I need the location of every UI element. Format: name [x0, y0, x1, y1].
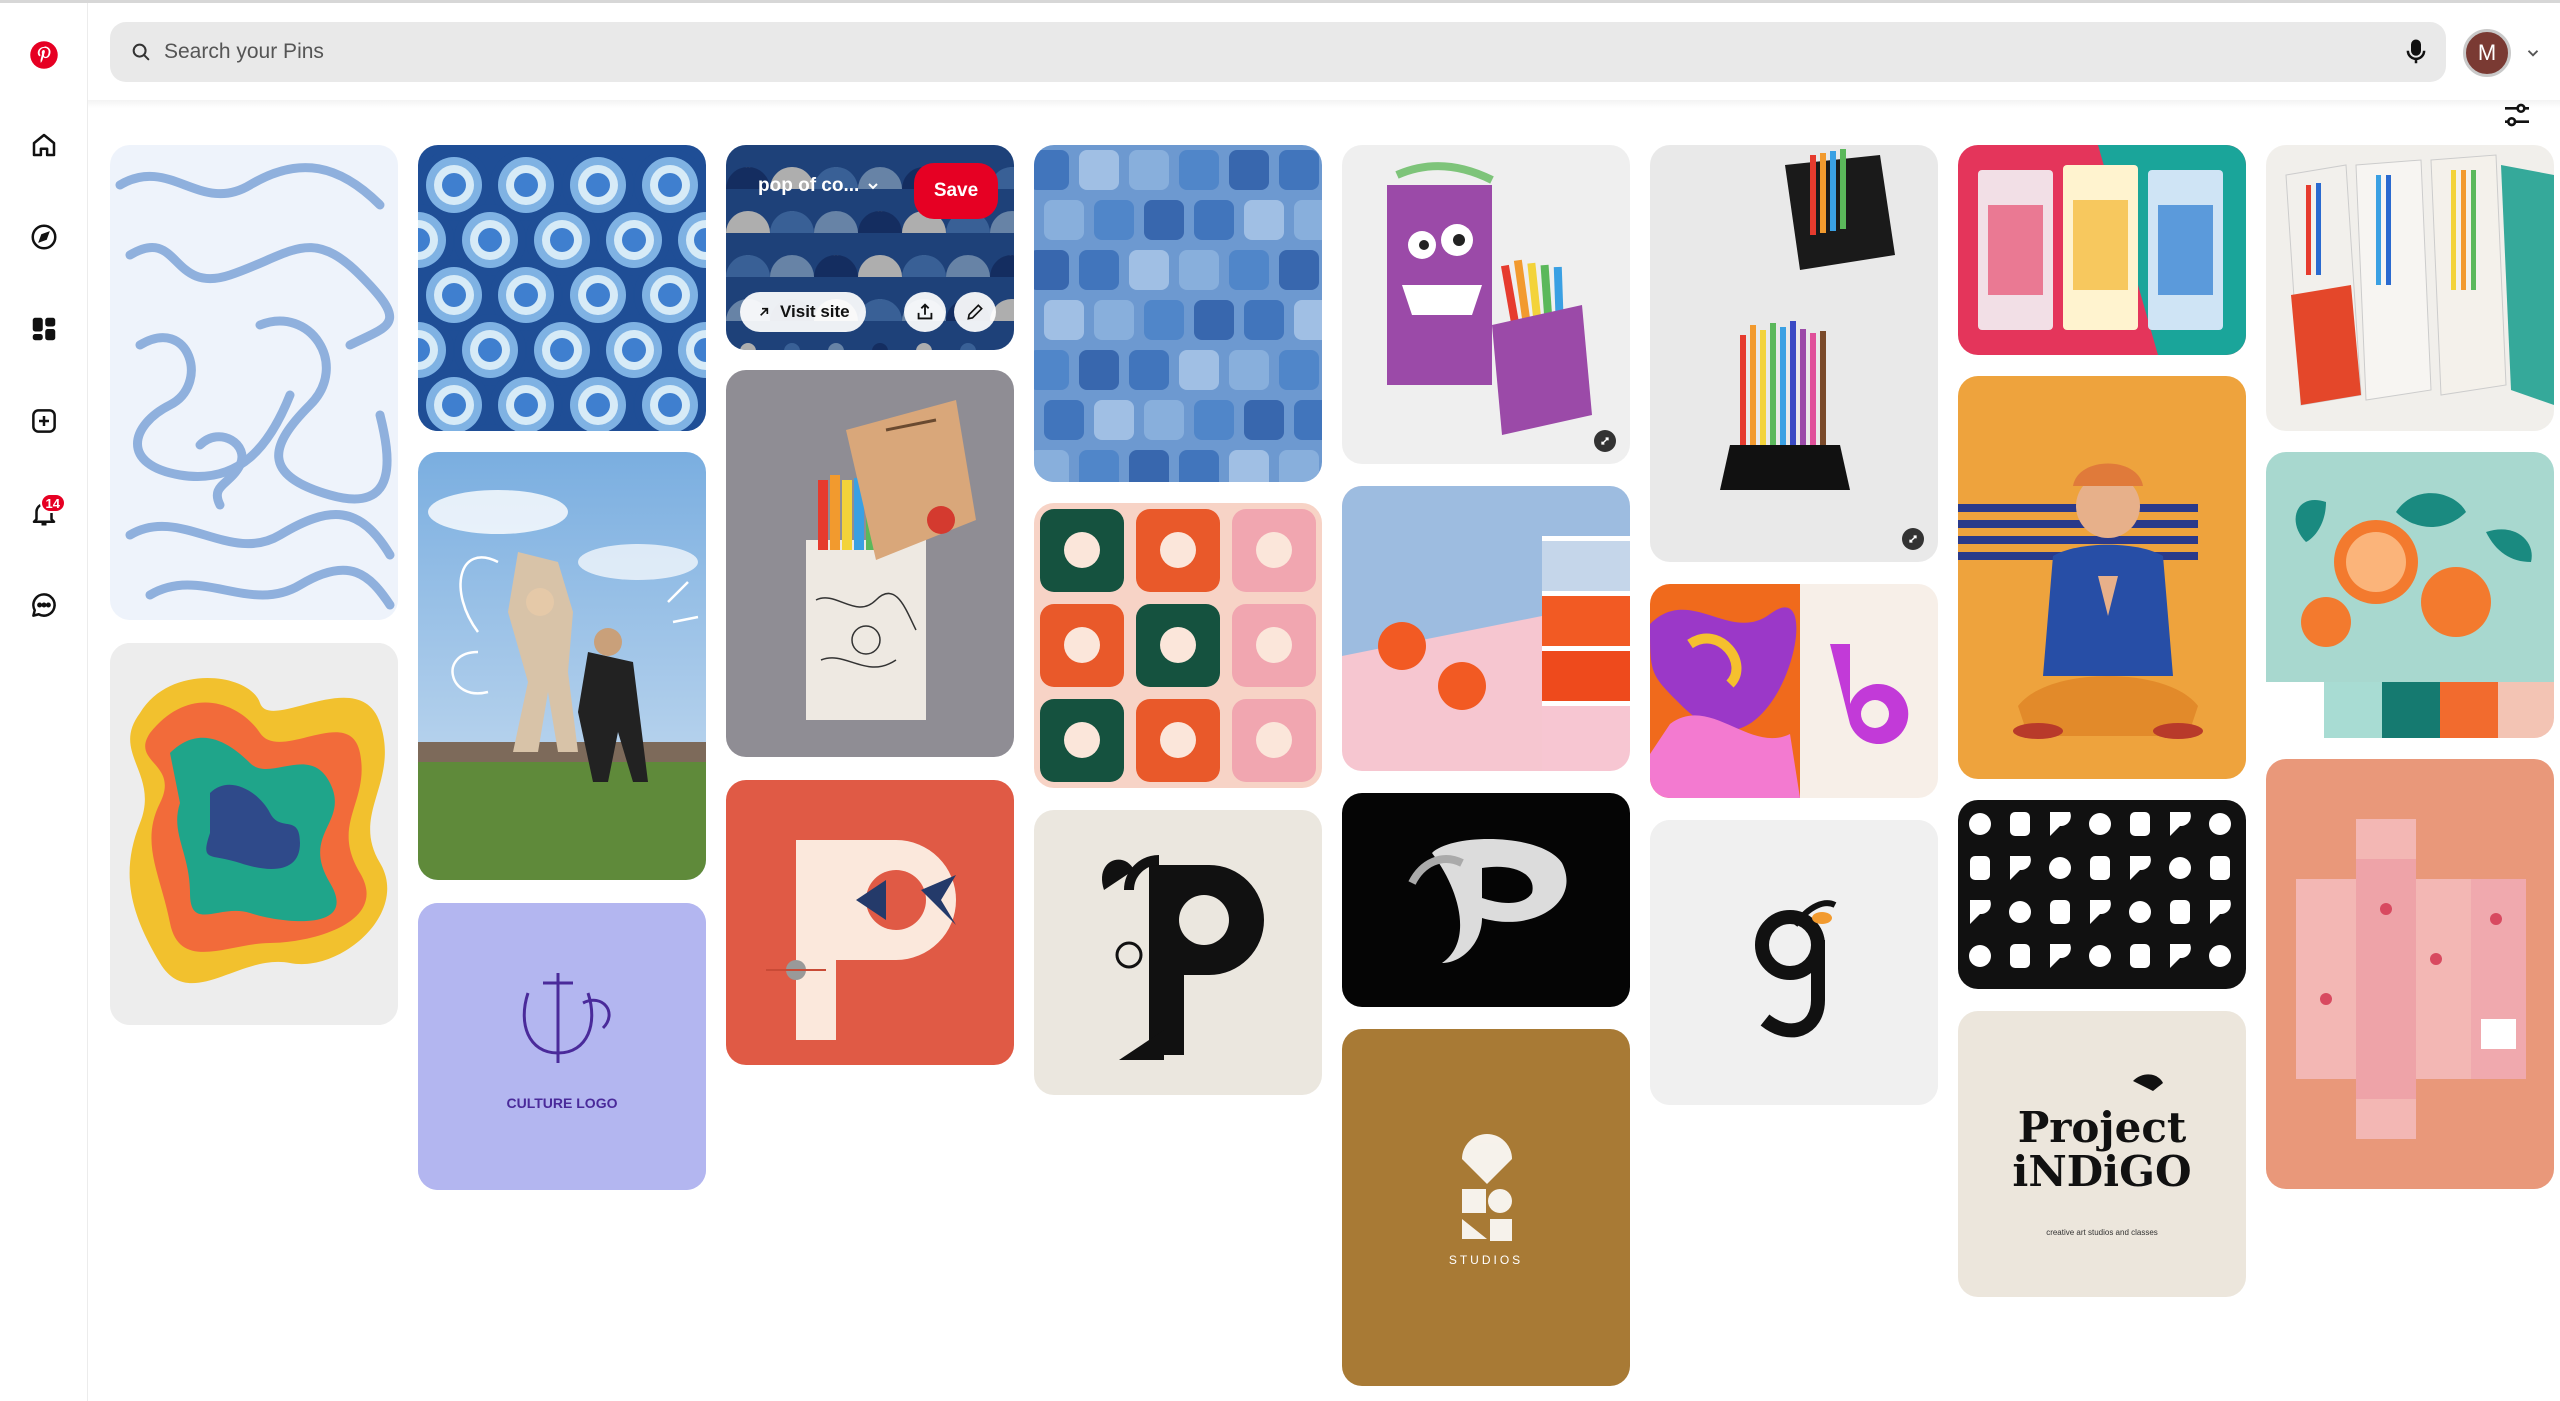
- pin-abstract-blob-pattern[interactable]: [110, 643, 398, 1025]
- pin-pencil-packaging[interactable]: [2266, 145, 2554, 431]
- pin-image: [1958, 800, 2246, 989]
- pin-black-glyph-grid[interactable]: [1958, 800, 2246, 989]
- visit-site-label: Visit site: [780, 302, 850, 321]
- pin-image: [1034, 503, 1322, 788]
- microphone-icon[interactable]: [2400, 36, 2432, 68]
- search-input[interactable]: [164, 40, 2446, 64]
- pin-live-color-diy-packs[interactable]: [1958, 145, 2246, 355]
- arrow-up-right-icon: [760, 307, 769, 316]
- home-icon[interactable]: [20, 121, 68, 169]
- save-button[interactable]: Save: [914, 163, 998, 219]
- pin-project-indigo-logo[interactable]: Project iNDiGO creative art studios and …: [1958, 1011, 2246, 1297]
- pin-image: [1342, 1029, 1630, 1386]
- sidebar: 14: [0, 3, 88, 1401]
- pin-oranges-color-palette[interactable]: [1342, 486, 1630, 771]
- board-select-dropdown[interactable]: pop of co...: [758, 175, 881, 197]
- chevron-down-icon: [868, 183, 879, 190]
- plus-square-icon[interactable]: [20, 397, 68, 445]
- pin-blue-squares-pattern[interactable]: [1034, 145, 1322, 482]
- pin-pink-box-dieline[interactable]: [2266, 759, 2554, 1189]
- pin-letter-p-3d[interactable]: [1342, 793, 1630, 1007]
- pin-letter-p-geometric[interactable]: [726, 780, 1014, 1065]
- pin-blue-swirl-pattern[interactable]: [110, 145, 398, 620]
- expand-icon[interactable]: [1902, 528, 1924, 550]
- pencil-icon[interactable]: [954, 292, 996, 332]
- pin-jumping-friends-photo[interactable]: [418, 452, 706, 880]
- boards-icon[interactable]: [20, 305, 68, 353]
- pin-letter-p-serif[interactable]: [1034, 810, 1322, 1095]
- compass-icon[interactable]: [20, 213, 68, 261]
- pin-image: [110, 643, 398, 1025]
- share-icon[interactable]: [904, 292, 946, 332]
- chat-icon[interactable]: [20, 581, 68, 629]
- pin-culture-logo[interactable]: CULTURE LOGO: [418, 903, 706, 1190]
- pin-image: [418, 145, 706, 431]
- chevron-down-icon[interactable]: [2524, 44, 2542, 62]
- pin-image: [1650, 584, 1938, 798]
- pin-image: [1958, 376, 2246, 779]
- pin-blue-scallop-pattern[interactable]: [418, 145, 706, 431]
- pin-studios-logo[interactable]: STUDIOS: [1342, 1029, 1630, 1386]
- pin-letter-g-logo[interactable]: [1650, 820, 1938, 1105]
- pin-logo-text: CULTURE LOGO: [506, 1095, 618, 1111]
- pin-image: [1342, 145, 1630, 464]
- pin-pop-of-color-pattern[interactable]: pop of co... Save Visit site: [726, 145, 1014, 350]
- pin-zombs-crayon-box[interactable]: [1342, 145, 1630, 464]
- pin-image: [1034, 810, 1322, 1095]
- pin-image: [1650, 820, 1938, 1105]
- filter-sliders-icon[interactable]: [2500, 98, 2534, 132]
- pin-marker-box-packaging[interactable]: [726, 370, 1014, 757]
- pinterest-logo-icon[interactable]: [20, 31, 68, 79]
- pin-logo-subtext: creative art studios and classes: [2046, 1228, 2158, 1237]
- pin-image: [2266, 452, 2554, 738]
- pin-image: [110, 145, 398, 620]
- pin-image: [1342, 486, 1630, 771]
- pin-image: [418, 452, 706, 880]
- pin-image: [1034, 145, 1322, 482]
- board-select-label: pop of co...: [758, 175, 860, 196]
- pin-image: [726, 370, 1014, 757]
- pin-image: [1650, 145, 1938, 562]
- pin-letter-b-liquid[interactable]: [1650, 584, 1938, 798]
- notification-badge: 14: [39, 493, 66, 513]
- pin-image: [1342, 793, 1630, 1007]
- pin-boy-sitting-photo[interactable]: [1958, 376, 2246, 779]
- window-top-border: [0, 0, 2560, 3]
- bell-icon[interactable]: 14: [20, 489, 68, 537]
- pin-image: [726, 780, 1014, 1065]
- expand-icon[interactable]: [1594, 430, 1616, 452]
- search-bar[interactable]: [110, 22, 2446, 82]
- pin-oranges-teal-palette[interactable]: [2266, 452, 2554, 738]
- pin-image: [1958, 145, 2246, 355]
- avatar-initial: M: [2477, 40, 2497, 65]
- pin-image: [2266, 145, 2554, 431]
- avatar[interactable]: M: [2463, 29, 2511, 77]
- header-divider: [88, 100, 2560, 108]
- pin-image: [418, 903, 706, 1190]
- visit-site-button[interactable]: Visit site: [740, 292, 866, 332]
- pin-logo-text: Project iNDiGO: [2012, 1103, 2192, 1196]
- pin-colored-pencils-box[interactable]: [1650, 145, 1938, 562]
- pin-image: [2266, 759, 2554, 1189]
- pin-logo-text: STUDIOS: [1448, 1253, 1524, 1267]
- search-icon: [132, 43, 150, 61]
- pin-groovy-letters-pattern[interactable]: [1034, 503, 1322, 788]
